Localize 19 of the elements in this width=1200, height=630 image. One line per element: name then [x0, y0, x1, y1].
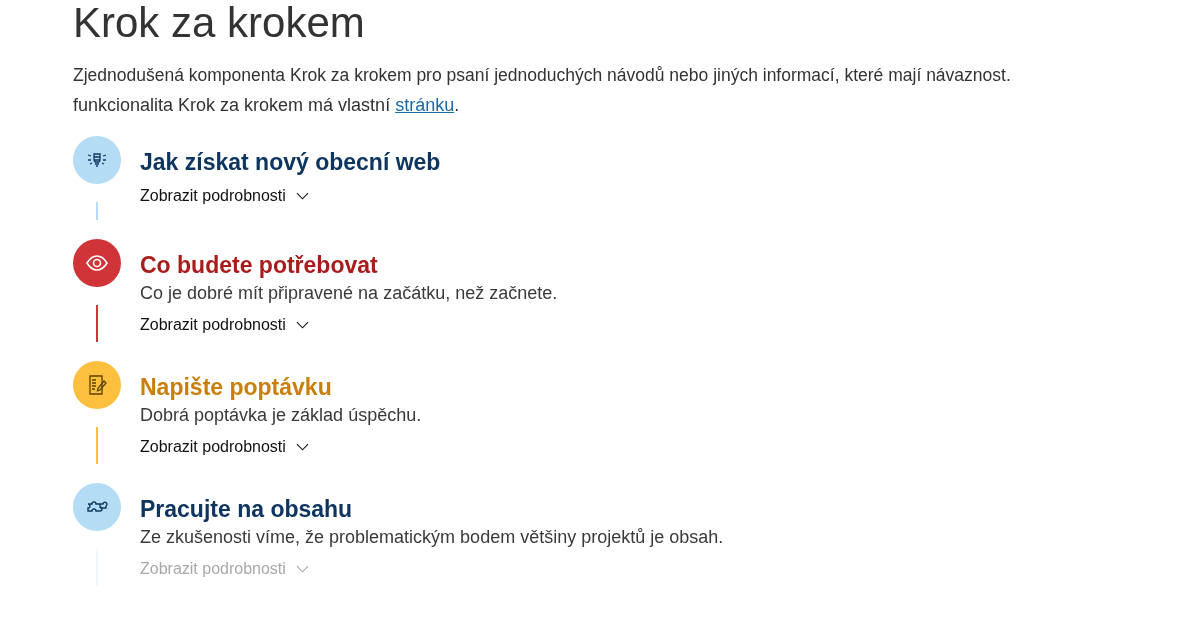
- page-title: Krok za krokem: [73, 0, 366, 46]
- chevron-down-icon: [295, 321, 309, 329]
- period-text: .: [454, 95, 460, 115]
- step-title: Jak získat nový obecní web: [140, 148, 441, 177]
- step-description: Dobrá poptávka je základ úspěchu.: [140, 404, 422, 427]
- show-details-toggle[interactable]: Zobrazit podrobnosti: [140, 316, 309, 334]
- step-description: Ze zkušenosti víme, že problematickým bodem většiny projektů je obsah.: [140, 526, 724, 549]
- intro-text: Zjednodušená komponenta Krok za krokem pro psaní jednoduchých návodů nebo jiných informací, které mají návaznost.: [73, 64, 1012, 87]
- show-details-toggle[interactable]: Zobrazit podrobnosti: [140, 438, 309, 456]
- step-title: Pracujte na obsahu: [140, 495, 354, 524]
- chevron-down-icon: [295, 443, 309, 451]
- intro-text: funkcionalita Krok za krokem má vlastní: [73, 95, 391, 115]
- page-link[interactable]: stránku: [395, 95, 455, 115]
- chevron-down-icon: [295, 192, 309, 200]
- step-title: Napište poptávku: [140, 373, 333, 402]
- chevron-down-icon: [295, 565, 309, 573]
- step-title: Co budete potřebovat: [140, 251, 379, 280]
- step-description: Co je dobré mít připravené na začátku, než začnete.: [140, 282, 558, 305]
- show-details-toggle[interactable]: Zobrazit podrobnosti: [140, 187, 309, 205]
